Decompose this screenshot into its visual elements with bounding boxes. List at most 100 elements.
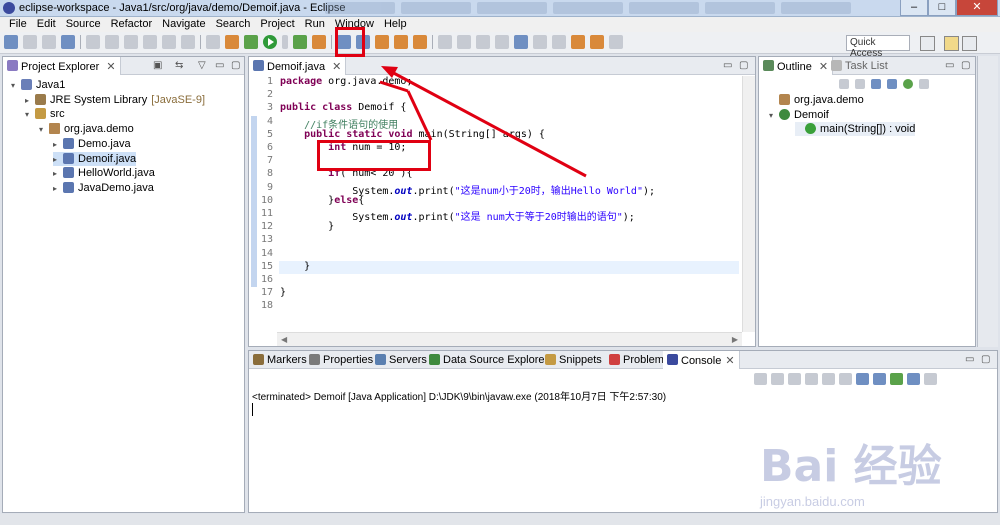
menu-run[interactable]: Run <box>300 17 330 32</box>
expand-toggle-icon[interactable]: ▸ <box>53 153 63 167</box>
word-wrap-icon[interactable] <box>457 35 471 49</box>
expand-toggle-icon[interactable]: ▸ <box>53 167 63 181</box>
menu-navigate[interactable]: Navigate <box>157 17 210 32</box>
minimize-button[interactable]: – <box>900 0 928 16</box>
next-annotation-icon[interactable] <box>533 35 547 49</box>
tab-demoif-java[interactable]: Demoif.java ✕ <box>249 57 347 75</box>
hide-local-types-icon[interactable] <box>903 79 913 89</box>
vertical-scrollbar[interactable] <box>742 76 755 332</box>
close-button[interactable]: ✕ <box>956 0 998 16</box>
tree-item[interactable]: ▸ Demo.java <box>53 137 131 151</box>
code-line[interactable]: public class Demoif { <box>280 102 406 113</box>
maximize-icon[interactable]: ▢ <box>231 60 240 71</box>
minimize-icon[interactable]: ▭ <box>945 60 954 71</box>
minimize-icon[interactable]: ▭ <box>215 60 224 71</box>
maximize-icon[interactable]: ▢ <box>739 60 748 71</box>
tree-item[interactable]: ▾ Java1 <box>11 78 65 92</box>
tree-item[interactable]: ▸ JRE System Library [JavaSE-9] <box>25 93 205 107</box>
close-icon[interactable]: ✕ <box>106 61 115 73</box>
link-with-editor-icon[interactable]: ⇆ <box>175 60 183 71</box>
outline-item[interactable]: main(String[]) : void <box>795 122 916 136</box>
close-icon[interactable]: ✕ <box>725 355 734 367</box>
remove-all-icon[interactable] <box>788 373 801 385</box>
view-menu-icon[interactable]: ▽ <box>198 60 206 71</box>
menu-project[interactable]: Project <box>255 17 299 32</box>
expand-toggle-icon[interactable]: ▸ <box>53 182 63 196</box>
forward-icon[interactable] <box>609 35 623 49</box>
suspend-icon[interactable] <box>124 35 138 49</box>
save-icon[interactable] <box>23 35 37 49</box>
expand-toggle-icon[interactable]: ▾ <box>25 108 35 122</box>
open-perspective-button[interactable] <box>920 36 935 51</box>
globe-icon[interactable] <box>514 35 528 49</box>
step-over-icon[interactable] <box>181 35 195 49</box>
open-console-icon[interactable] <box>924 373 937 385</box>
skip-breakpoints-icon[interactable] <box>86 35 100 49</box>
hide-static-icon[interactable] <box>871 79 881 89</box>
maximize-icon[interactable]: ▢ <box>961 60 970 71</box>
menu-file[interactable]: File <box>4 17 32 32</box>
minimize-icon[interactable]: ▭ <box>723 60 732 71</box>
tab-project-explorer[interactable]: Project Explorer ✕ <box>3 57 121 75</box>
back-icon[interactable] <box>590 35 604 49</box>
sort-icon[interactable] <box>839 79 849 89</box>
scroll-lock-icon[interactable] <box>822 373 835 385</box>
last-edit-icon[interactable] <box>571 35 585 49</box>
hide-non-public-icon[interactable] <box>887 79 897 89</box>
tab-markers[interactable]: Markers <box>249 351 311 369</box>
code-line[interactable]: }else{ <box>280 195 364 206</box>
tab-snippets[interactable]: Snippets <box>541 351 606 369</box>
toggle-mark-icon[interactable] <box>438 35 452 49</box>
coverage-icon[interactable] <box>293 35 307 49</box>
tab-properties[interactable]: Properties <box>305 351 377 369</box>
tab-servers[interactable]: Servers <box>371 351 431 369</box>
menu-source[interactable]: Source <box>61 17 106 32</box>
block-select-icon[interactable] <box>476 35 490 49</box>
expand-toggle-icon[interactable]: ▾ <box>39 123 49 137</box>
bug-icon[interactable] <box>244 35 258 49</box>
code-area[interactable]: package org.java.demo; public class Demoi… <box>280 76 741 332</box>
code-line[interactable]: public static void main(String[] args) { <box>280 129 545 140</box>
tree-item[interactable]: ▸ HelloWorld.java <box>53 166 155 180</box>
outline-item[interactable]: ▾ Demoif <box>769 108 829 122</box>
external-tools-icon[interactable] <box>225 35 239 49</box>
tab-console[interactable]: Console ✕ <box>663 351 740 369</box>
view-menu-icon[interactable] <box>919 79 929 89</box>
search-icon[interactable] <box>413 35 427 49</box>
show-whitespace-icon[interactable] <box>495 35 509 49</box>
print-icon[interactable] <box>42 35 56 49</box>
tree-item[interactable]: ▸ Demoif.java <box>53 151 137 167</box>
collapse-all-icon[interactable]: ▣ <box>153 60 162 71</box>
tab-data-source-explorer[interactable]: Data Source Explorer <box>425 351 552 369</box>
maximize-icon[interactable]: ▢ <box>981 354 990 365</box>
maximize-button[interactable]: □ <box>928 0 956 16</box>
code-line[interactable]: } <box>280 261 310 272</box>
java-perspective-button[interactable] <box>944 36 959 51</box>
menu-help[interactable]: Help <box>379 17 412 32</box>
tree-item[interactable]: ▾ org.java.demo <box>39 122 134 136</box>
show-on-stderr-icon[interactable] <box>873 373 886 385</box>
clear-console-icon[interactable] <box>805 373 818 385</box>
code-line[interactable]: package org.java.demo; <box>280 76 412 87</box>
tab-task-list[interactable]: Task List <box>827 57 892 75</box>
hide-fields-icon[interactable] <box>855 79 865 89</box>
new-icon[interactable] <box>4 35 18 49</box>
remove-launch-icon[interactable] <box>771 373 784 385</box>
step-into-icon[interactable] <box>162 35 176 49</box>
display-console-icon[interactable] <box>907 373 920 385</box>
pin-console-icon[interactable] <box>890 373 903 385</box>
expand-toggle-icon[interactable]: ▸ <box>53 138 63 152</box>
profile-icon[interactable] <box>312 35 326 49</box>
open-type-icon[interactable] <box>375 35 389 49</box>
show-on-stdout-icon[interactable] <box>856 373 869 385</box>
open-task-icon[interactable] <box>394 35 408 49</box>
quick-access-input[interactable]: Quick Access <box>846 35 910 59</box>
code-line[interactable]: } <box>280 287 286 298</box>
menu-search[interactable]: Search <box>211 17 256 32</box>
debug-perspective-button[interactable] <box>962 36 977 51</box>
resume-icon[interactable] <box>105 35 119 49</box>
outline-item[interactable]: org.java.demo <box>769 93 864 107</box>
word-wrap-icon[interactable] <box>839 373 852 385</box>
code-line[interactable]: } <box>280 221 334 232</box>
expand-toggle-icon[interactable]: ▾ <box>769 109 779 123</box>
